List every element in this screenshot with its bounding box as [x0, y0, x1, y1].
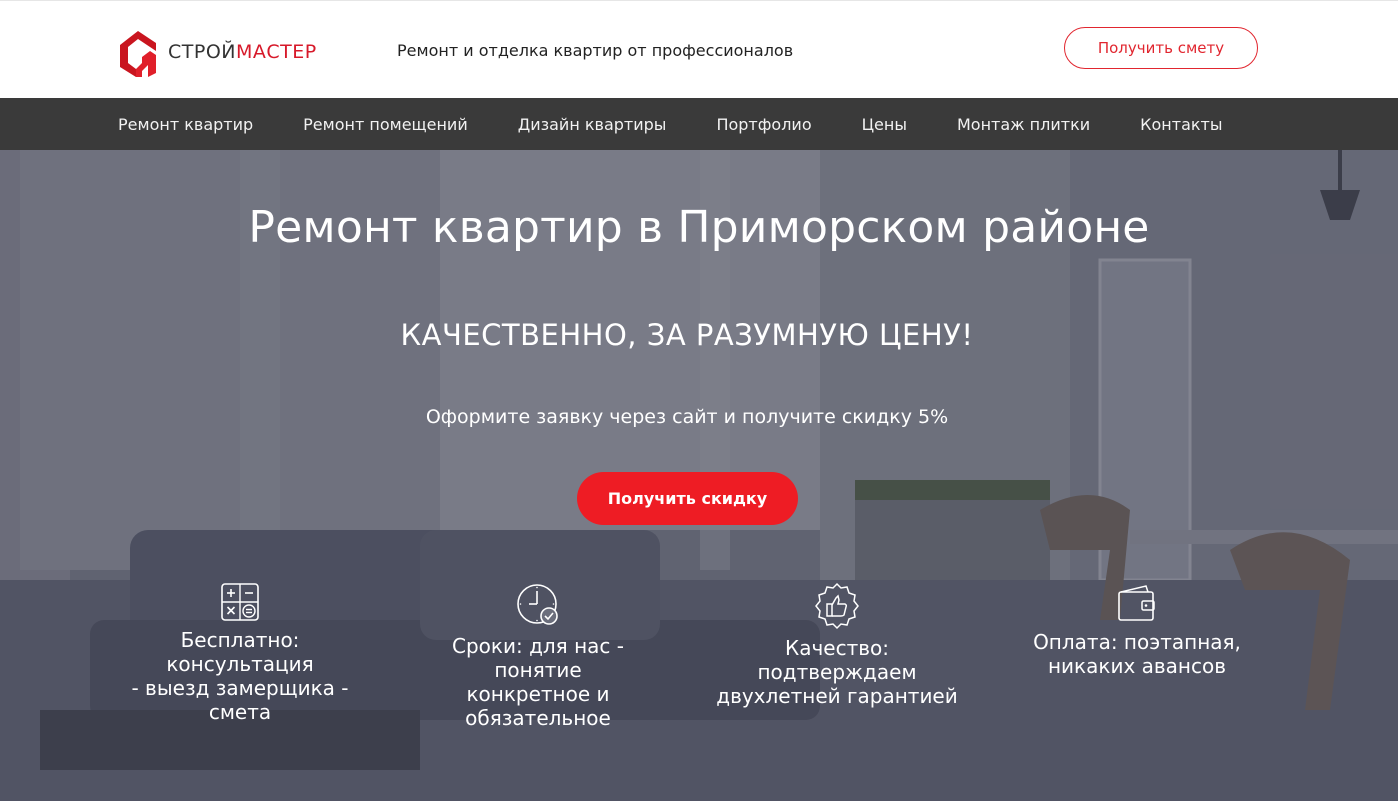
nav-item-portfolio[interactable]: Портфолио [716, 115, 811, 134]
feature-quality: Качество: подтверждаем двухлетней гарант… [712, 582, 962, 708]
nav-item-contacts[interactable]: Контакты [1140, 115, 1222, 134]
clock-check-icon [517, 584, 558, 625]
header-tagline: Ремонт и отделка квартир от профессионал… [397, 41, 794, 60]
site-header: СТРОЙМАСТЕР Ремонт и отделка квартир от … [0, 0, 1398, 98]
feature-text: Качество: подтверждаем двухлетней гарант… [716, 636, 958, 708]
logo-mark-icon [120, 31, 156, 77]
thumbs-up-badge-icon [815, 582, 859, 630]
logo-text-part1: СТРОЙ [168, 41, 236, 63]
nav-item-apartment-design[interactable]: Дизайн квартиры [518, 115, 667, 134]
nav-item-tile-installation[interactable]: Монтаж плитки [957, 115, 1090, 134]
feature-text: Сроки: для нас - понятие конкретное и об… [452, 634, 624, 730]
feature-payment: Оплата: поэтапная, никаких авансов [1026, 582, 1248, 678]
logo-text: СТРОЙМАСТЕР [168, 41, 317, 63]
hero-title: Ремонт квартир в Приморском районе [248, 202, 1150, 253]
get-discount-button[interactable]: Получить скидку [577, 472, 798, 525]
feature-free-consultation: Бесплатно: консультация - выезд замерщик… [128, 582, 352, 724]
main-nav: Ремонт квартир Ремонт помещений Дизайн к… [0, 98, 1398, 150]
feature-text: Оплата: поэтапная, никаких авансов [1033, 630, 1241, 678]
logo[interactable]: СТРОЙМАСТЕР [116, 27, 317, 77]
nav-item-prices[interactable]: Цены [862, 115, 907, 134]
nav-item-apartment-renovation[interactable]: Ремонт квартир [118, 115, 253, 134]
logo-text-part2: МАСТЕР [236, 41, 317, 63]
feature-deadlines: Сроки: для нас - понятие конкретное и об… [440, 582, 636, 730]
hero-section: Ремонт квартир в Приморском районе КАЧЕС… [0, 150, 1398, 801]
wallet-icon [1118, 585, 1155, 621]
get-estimate-button[interactable]: Получить смету [1064, 27, 1258, 69]
hero-discount-note: Оформите заявку через сайт и получите ск… [425, 406, 949, 428]
feature-text: Бесплатно: консультация - выезд замерщик… [131, 628, 349, 724]
nav-item-premises-renovation[interactable]: Ремонт помещений [303, 115, 468, 134]
hero-subtitle: КАЧЕСТВЕННО, ЗА РАЗУМНУЮ ЦЕНУ! [400, 318, 974, 352]
calculator-icon [221, 583, 259, 621]
